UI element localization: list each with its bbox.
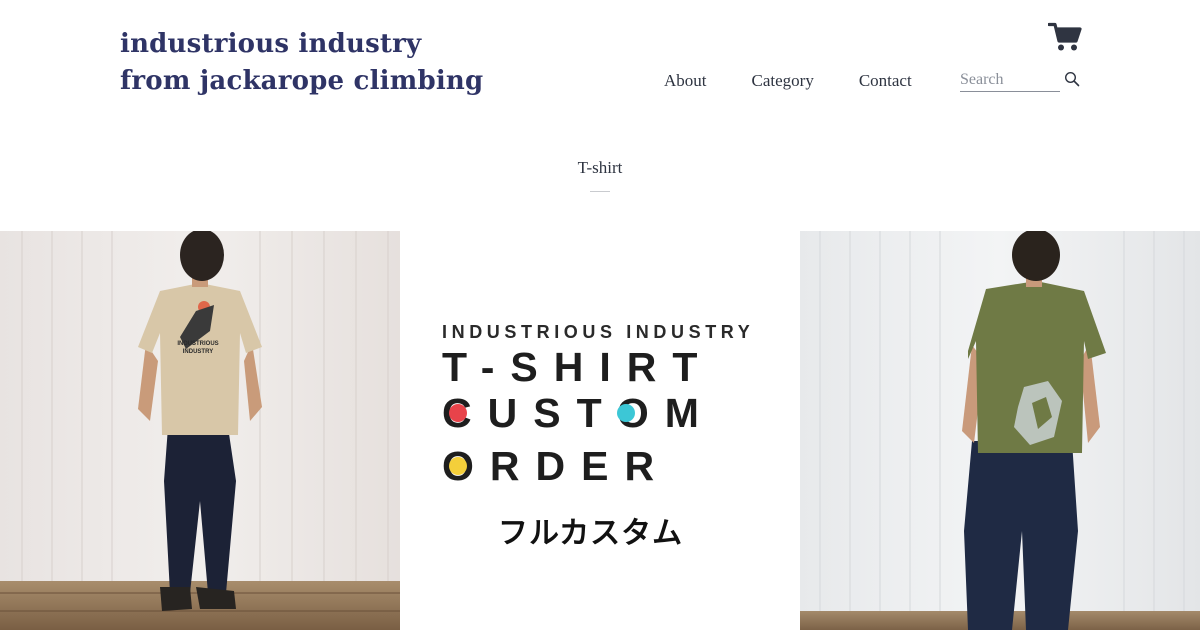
- search-input[interactable]: [960, 68, 1060, 92]
- main-nav: About Category Contact: [664, 70, 956, 92]
- product-photo-olive-tshirt: [800, 231, 1200, 630]
- shopping-cart-icon[interactable]: [1048, 22, 1082, 52]
- custom-order-japanese: フルカスタム: [498, 516, 684, 551]
- search-box: [960, 68, 1060, 92]
- product-tile-beige-tshirt[interactable]: INDUSTRIOUS INDUSTRY: [0, 231, 400, 630]
- page-title: T-shirt: [577, 158, 623, 177]
- nav-category-link[interactable]: Category: [752, 71, 814, 91]
- search-icon[interactable]: [1064, 71, 1080, 87]
- cyan-dot-icon: [617, 404, 635, 422]
- logo-line-2: from jackarope climbing: [120, 66, 484, 96]
- product-photo-beige-tshirt: INDUSTRIOUS INDUSTRY: [0, 231, 400, 630]
- custom-order-line-2: CUSTOM: [442, 390, 715, 436]
- logo-line-1: industrious industry: [120, 29, 422, 59]
- nav-about-link[interactable]: About: [664, 71, 707, 91]
- custom-order-line-3: ORDER: [442, 443, 671, 489]
- red-dot-icon: [449, 404, 467, 422]
- yellow-dot-icon: [449, 457, 467, 475]
- nav-contact-link[interactable]: Contact: [859, 71, 912, 91]
- site-logo[interactable]: industrious industry from jackarope clim…: [120, 26, 483, 100]
- product-tile-olive-tshirt[interactable]: [800, 231, 1200, 630]
- custom-order-brand: INDUSTRIOUS INDUSTRY: [442, 322, 755, 342]
- svg-text:INDUSTRIOUS: INDUSTRIOUS: [177, 341, 218, 347]
- svg-text:INDUSTRY: INDUSTRY: [183, 349, 213, 355]
- title-divider: [590, 191, 610, 192]
- custom-order-line-1: T-SHIRT: [442, 344, 714, 390]
